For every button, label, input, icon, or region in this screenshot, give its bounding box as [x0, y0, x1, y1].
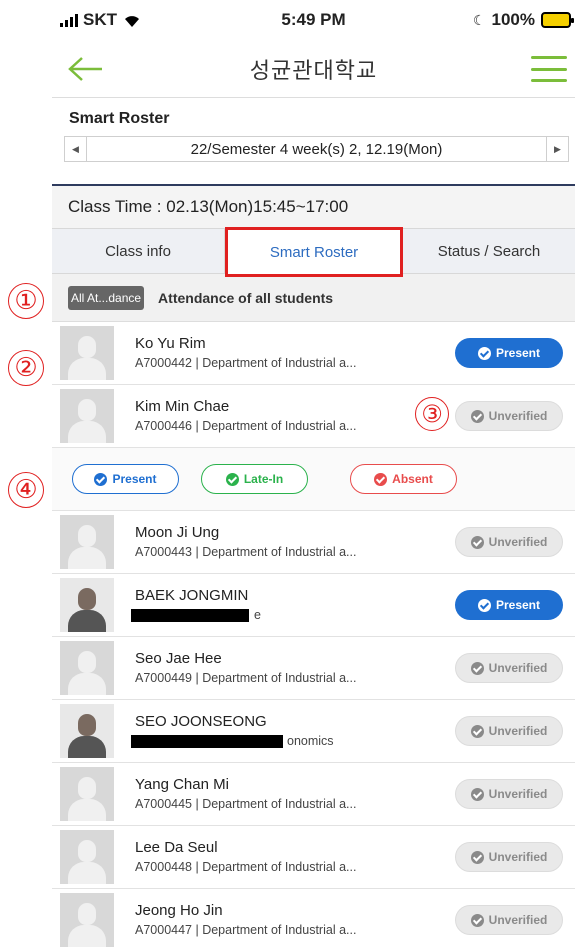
avatar-photo: [60, 704, 114, 758]
callout-2: ②: [8, 350, 44, 386]
status-bar: SKT 5:49 PM ☾ 100%: [52, 0, 575, 40]
check-icon: [470, 409, 484, 423]
student-row[interactable]: Moon Ji Ung A7000443 | Department of Indu…: [52, 511, 575, 574]
student-row[interactable]: Jeong Ho Jin A7000447 | Department of Ind…: [52, 889, 575, 949]
moon-icon: ☾: [472, 11, 486, 28]
semester-selector: ◀ 22/Semester 4 week(s) 2, 12.19(Mon) ▶: [64, 136, 569, 162]
class-time: Class Time : 02.13(Mon)15:45~17:00: [52, 184, 575, 228]
avatar-placeholder-icon: [60, 515, 114, 569]
student-row[interactable]: SEO JOONSEONG onomics Unverified: [52, 700, 575, 763]
student-row[interactable]: BAEK JONGMIN e Present: [52, 574, 575, 637]
semester-label: 22/Semester 4 week(s) 2, 12.19(Mon): [190, 140, 443, 158]
late-in-choice-button[interactable]: Late-In: [201, 464, 308, 494]
student-info-visible: onomics: [287, 734, 334, 748]
check-icon: [470, 787, 484, 801]
avatar-placeholder-icon: [60, 389, 114, 443]
avatar-placeholder-icon: [60, 326, 114, 380]
hamburger-menu-icon[interactable]: [531, 56, 567, 82]
status-button[interactable]: Unverified: [455, 716, 563, 746]
callout-1: ①: [8, 283, 44, 319]
tab-class-info[interactable]: Class info: [52, 229, 225, 273]
all-attendance-button[interactable]: All At...dance: [68, 285, 145, 310]
status-label: Unverified: [488, 661, 548, 675]
next-week-arrow-icon[interactable]: ▶: [546, 137, 568, 161]
check-icon: [477, 598, 491, 612]
attendance-choices: Present Late-In Absent: [52, 448, 575, 511]
avatar-placeholder-icon: [60, 830, 114, 884]
student-row[interactable]: Seo Jae Hee A7000449 | Department of Indu…: [52, 637, 575, 700]
student-info-visible: e: [254, 608, 261, 622]
status-label: Unverified: [488, 787, 548, 801]
callout-3: ③: [415, 397, 449, 431]
battery-icon: [541, 12, 574, 28]
check-icon: [470, 724, 484, 738]
check-icon: [470, 913, 484, 927]
status-button[interactable]: Unverified: [455, 905, 563, 935]
present-choice-button[interactable]: Present: [72, 464, 179, 494]
tab-smart-roster[interactable]: Smart Roster: [225, 227, 403, 277]
check-icon: [470, 850, 484, 864]
prev-week-arrow-icon[interactable]: ◀: [65, 137, 87, 161]
avatar-placeholder-icon: [60, 767, 114, 821]
check-icon: [470, 661, 484, 675]
avatar-placeholder-icon: [60, 641, 114, 695]
choice-label: Absent: [392, 472, 433, 486]
status-label: Present: [495, 598, 541, 612]
status-button[interactable]: Present: [455, 590, 563, 620]
choice-label: Late-In: [243, 472, 284, 486]
tab-bar: Class info Smart Roster Status / Search: [52, 227, 575, 277]
status-label: Unverified: [488, 913, 548, 927]
avatar-placeholder-icon: [60, 893, 114, 947]
back-arrow-icon[interactable]: [68, 56, 104, 82]
student-row[interactable]: Ko Yu Rim A7000442 | Department of Indust…: [52, 322, 575, 385]
status-button[interactable]: Unverified: [455, 401, 563, 431]
check-icon: [374, 472, 388, 486]
page-title: 성균관대학교: [249, 58, 378, 84]
student-row[interactable]: Yang Chan Mi A7000445 | Department of Ind…: [52, 763, 575, 826]
all-attendance-label: Attendance of all students: [158, 289, 334, 306]
status-label: Unverified: [488, 850, 548, 864]
check-icon: [477, 346, 491, 360]
absent-choice-button[interactable]: Absent: [350, 464, 457, 494]
student-row[interactable]: Kim Min Chae A7000446 | Department of Ind…: [52, 385, 575, 448]
check-icon: [470, 535, 484, 549]
status-label: Unverified: [488, 535, 548, 549]
status-label: Unverified: [488, 724, 548, 738]
check-icon: [94, 472, 108, 486]
status-button[interactable]: Present: [455, 338, 563, 368]
student-row[interactable]: Lee Da Seul A7000448 | Department of Indu…: [52, 826, 575, 889]
status-button[interactable]: Unverified: [455, 527, 563, 557]
roster-title: Smart Roster: [69, 110, 170, 127]
status-label: Present: [495, 346, 541, 360]
status-right: ☾ 100%: [472, 10, 574, 30]
status-button[interactable]: Unverified: [455, 779, 563, 809]
avatar-photo: [60, 578, 114, 632]
all-attendance-bar: All At...dance Attendance of all student…: [52, 274, 575, 322]
choice-label: Present: [112, 472, 157, 486]
check-icon: [225, 472, 239, 486]
callout-4: ④: [8, 472, 44, 508]
battery-label: 100%: [491, 10, 535, 29]
redaction-bar: [131, 735, 283, 748]
status-label: Unverified: [488, 409, 548, 423]
status-button[interactable]: Unverified: [455, 842, 563, 872]
nav-bar: 성균관대학교: [52, 40, 575, 98]
tab-status-search[interactable]: Status / Search: [403, 229, 575, 273]
phone-screen: SKT 5:49 PM ☾ 100% 성균관대학교 Smart Roster ◀…: [52, 0, 575, 949]
redaction-bar: [131, 609, 249, 622]
status-button[interactable]: Unverified: [455, 653, 563, 683]
